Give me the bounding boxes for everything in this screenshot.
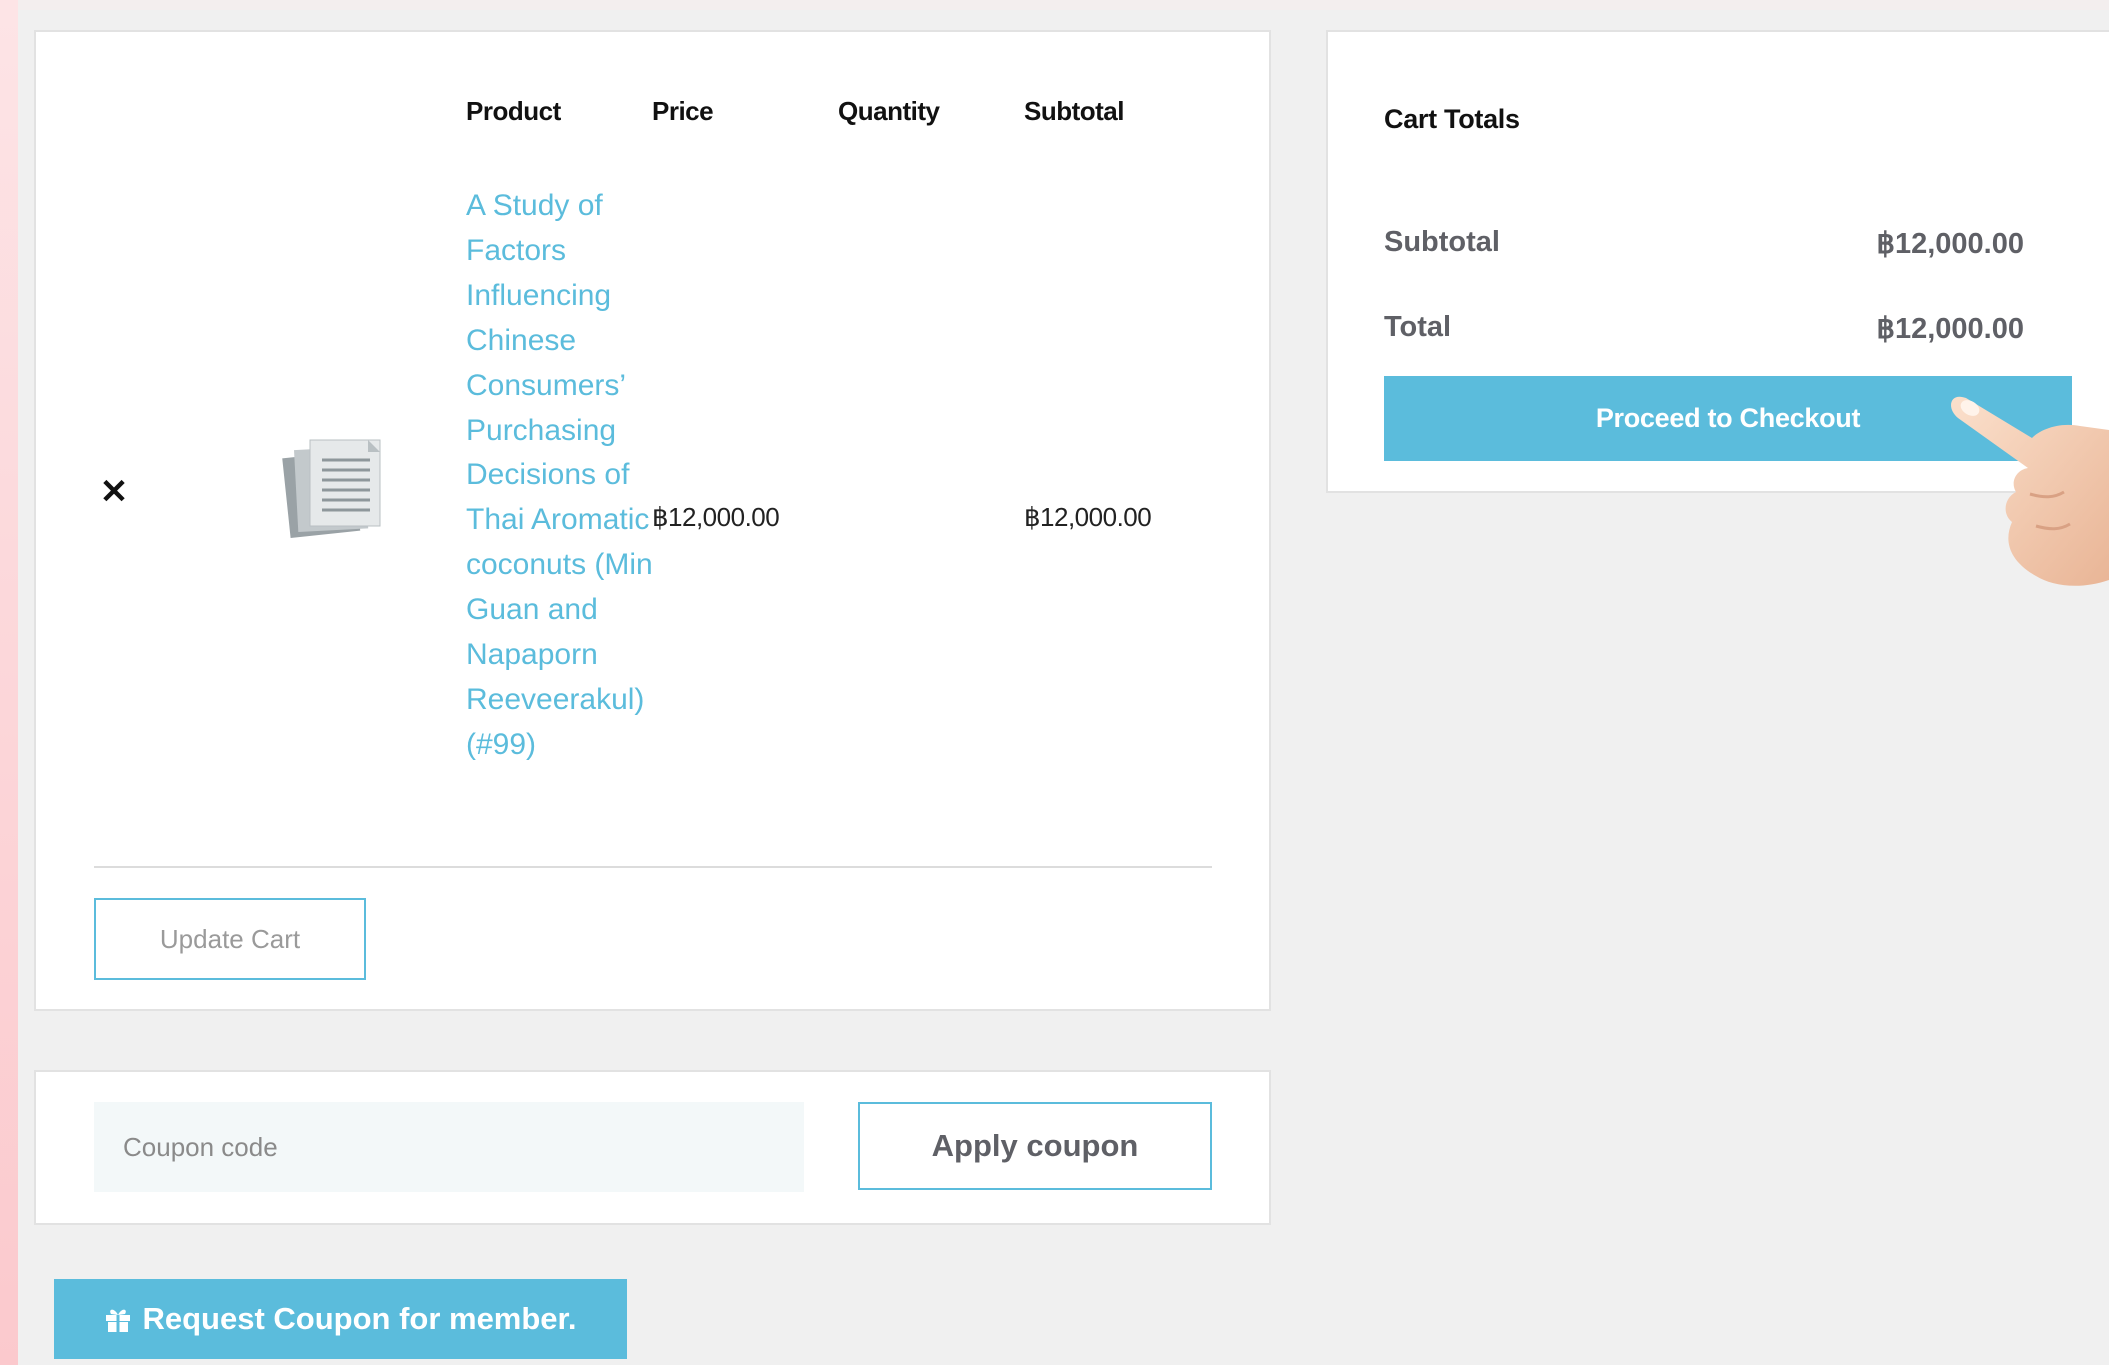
coupon-panel: Apply coupon <box>34 1070 1271 1225</box>
header-price: Price <box>652 96 714 126</box>
cart-table-panel: Product Price Quantity Subtotal ✕ A Stud… <box>34 30 1271 1011</box>
pointing-hand-icon <box>1951 396 2109 586</box>
page-top-band <box>0 0 2109 10</box>
header-product: Product <box>466 96 561 126</box>
header-quantity: Quantity <box>838 96 940 126</box>
product-name-link[interactable]: A Study of Factors Influencing Chinese C… <box>466 184 656 768</box>
header-subtotal: Subtotal <box>1024 96 1125 126</box>
request-coupon-button[interactable]: Request Coupon for member. <box>54 1279 627 1359</box>
coupon-code-input[interactable] <box>94 1102 804 1192</box>
gift-icon <box>106 1309 131 1332</box>
totals-total-value: ฿12,000.00 <box>1876 313 2024 345</box>
totals-subtotal-value: ฿12,000.00 <box>1876 228 2024 260</box>
page-left-decoration <box>0 0 18 1365</box>
apply-coupon-button[interactable]: Apply coupon <box>858 1102 1212 1190</box>
request-coupon-label: Request Coupon for member. <box>142 1301 577 1336</box>
subtotal-value: ฿12,000.00 <box>1024 502 1152 532</box>
document-stack-icon <box>282 439 381 538</box>
close-icon[interactable]: ✕ <box>94 472 134 512</box>
totals-subtotal-label: Subtotal <box>1384 226 1500 258</box>
totals-total-label: Total <box>1384 311 1452 343</box>
row-divider <box>94 866 1212 868</box>
update-cart-button[interactable]: Update Cart <box>94 898 366 980</box>
cart-totals-title: Cart Totals <box>1384 104 1520 134</box>
price-value: ฿12,000.00 <box>652 502 780 532</box>
